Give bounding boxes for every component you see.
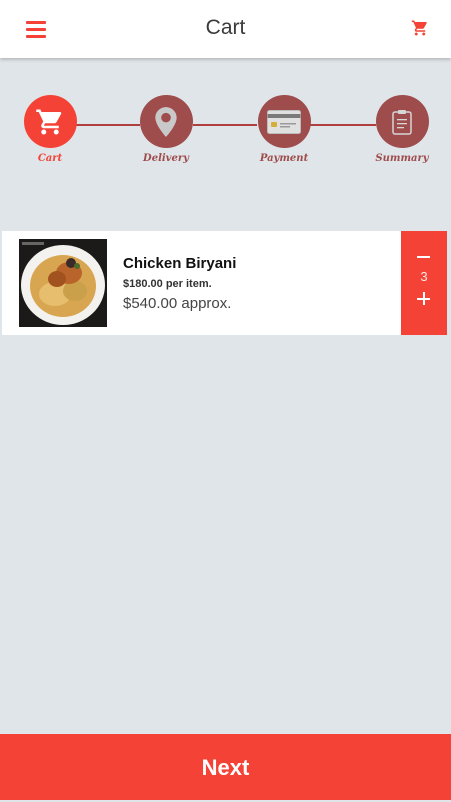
- increase-quantity-button[interactable]: [401, 287, 447, 311]
- app-bar: Cart: [0, 0, 451, 58]
- step-payment[interactable]: Payment: [229, 95, 339, 164]
- quantity-stepper: 3: [401, 231, 447, 335]
- item-name: Chicken Biryani: [123, 255, 237, 272]
- checkout-stepper: Cart Delivery Payment Summary: [0, 95, 451, 175]
- next-button[interactable]: Next: [0, 734, 451, 800]
- page-title: Cart: [205, 16, 246, 39]
- step-label: Cart: [37, 153, 63, 164]
- step-summary[interactable]: Summary: [347, 95, 451, 164]
- step-delivery[interactable]: Delivery: [111, 95, 221, 164]
- step-label: Summary: [375, 153, 429, 164]
- decrease-quantity-button[interactable]: [401, 243, 447, 267]
- item-unit-price: $180.00 per item.: [123, 278, 212, 290]
- cart-icon[interactable]: [411, 19, 429, 37]
- cart-icon: [23, 95, 77, 148]
- quantity-value: 3: [420, 269, 428, 284]
- step-cart[interactable]: Cart: [0, 95, 105, 164]
- item-total-price: $540.00 approx.: [123, 295, 232, 312]
- clipboard-icon: [375, 95, 429, 148]
- location-pin-icon: [139, 95, 193, 148]
- cart-item-card: Chicken Biryani $180.00 per item. $540.0…: [2, 231, 447, 335]
- credit-card-icon: [257, 95, 311, 148]
- step-label: Delivery: [143, 153, 189, 164]
- step-label: Payment: [259, 153, 309, 164]
- food-image: [19, 239, 107, 327]
